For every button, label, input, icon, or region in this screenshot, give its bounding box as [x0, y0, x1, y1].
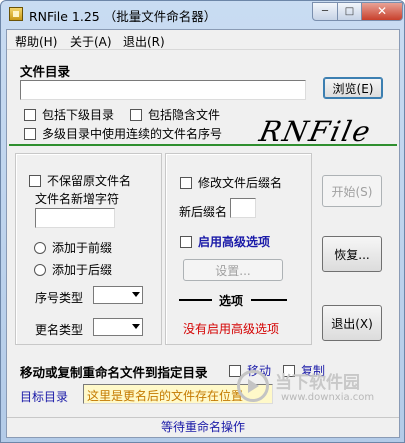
- chevron-down-icon: [132, 292, 140, 297]
- radio-circle: [34, 263, 46, 276]
- copy-label: 复制: [301, 364, 326, 378]
- continuous-seq-label: 多级目录中使用连续的文件名序号: [42, 127, 223, 141]
- add-prefix-label: 添加于前缀: [52, 241, 113, 255]
- checkbox-box: [283, 364, 295, 377]
- add-suffix-label: 添加于后缀: [52, 263, 113, 277]
- watermark-url: www.downxia.com: [281, 392, 375, 403]
- chevron-down-icon: [132, 324, 140, 329]
- checkbox-box: [29, 174, 41, 187]
- target-dir-label: 目标目录: [20, 390, 69, 404]
- client-area: 帮助(H) 关于(A) 退出(R) 文件目录 浏览(E) 包括下级目录 包括隐含…: [6, 29, 400, 438]
- enable-advanced-checkbox[interactable]: 启用高级选项: [180, 233, 270, 250]
- move-copy-heading: 移动或复制重命名文件到指定目录: [20, 365, 208, 380]
- checkbox-box: [180, 176, 192, 189]
- modify-ext-checkbox[interactable]: 修改文件后缀名: [180, 174, 282, 191]
- window-title: RNFile 1.25 （批量文件命名器）: [29, 9, 217, 24]
- checkbox-box: [180, 235, 192, 248]
- status-bar: 等待重命名操作: [7, 417, 399, 437]
- new-ext-input[interactable]: [230, 198, 256, 218]
- radio-circle: [34, 241, 46, 254]
- enable-advanced-label: 启用高级选项: [198, 235, 271, 249]
- rename-type-select[interactable]: [93, 318, 143, 336]
- target-dir-input[interactable]: 这里是更名后的文件存在位置: [83, 384, 273, 404]
- seq-type-select[interactable]: [93, 286, 143, 304]
- add-suffix-radio[interactable]: 添加于后缀: [34, 261, 112, 278]
- options-rule-left: [179, 299, 212, 301]
- app-window: RNFile 1.25 （批量文件命名器） ─ □ ✕ 帮助(H) 关于(A) …: [0, 0, 405, 443]
- modify-ext-label: 修改文件后缀名: [198, 176, 283, 190]
- include-subdirs-label: 包括下级目录: [42, 108, 115, 122]
- include-hidden-label: 包括隐含文件: [148, 108, 221, 122]
- move-label: 移动: [247, 364, 272, 378]
- checkbox-box: [24, 108, 36, 121]
- checkbox-box: [24, 127, 36, 140]
- settings-button[interactable]: 设置...: [183, 259, 283, 281]
- rename-type-label: 更名类型: [35, 323, 84, 337]
- start-button[interactable]: 开始(S): [322, 175, 382, 207]
- menu-bar: 帮助(H) 关于(A) 退出(R): [7, 30, 399, 50]
- no-keep-original-checkbox[interactable]: 不保留原文件名: [29, 172, 131, 189]
- green-separator: [9, 144, 397, 146]
- app-icon: [9, 7, 23, 21]
- new-chars-input[interactable]: [35, 208, 115, 228]
- browse-button[interactable]: 浏览(E): [323, 77, 383, 99]
- add-prefix-radio[interactable]: 添加于前缀: [34, 239, 112, 256]
- new-chars-label: 文件名新增字符: [35, 192, 120, 206]
- close-button[interactable]: ✕: [361, 2, 403, 21]
- no-keep-original-label: 不保留原文件名: [47, 174, 132, 188]
- minimize-button[interactable]: ─: [312, 2, 338, 21]
- continuous-seq-checkbox[interactable]: 多级目录中使用连续的文件名序号: [24, 125, 222, 142]
- include-subdirs-checkbox[interactable]: 包括下级目录: [24, 106, 114, 123]
- options-rule-right: [251, 299, 287, 301]
- checkbox-box: [229, 364, 241, 377]
- exit-button[interactable]: 退出(X): [322, 305, 382, 341]
- restore-button[interactable]: 恢复...: [322, 236, 382, 272]
- maximize-button[interactable]: □: [337, 2, 362, 21]
- menu-about[interactable]: 关于(A): [70, 33, 112, 50]
- menu-exit[interactable]: 退出(R): [123, 33, 165, 50]
- checkbox-box: [130, 108, 142, 121]
- copy-checkbox[interactable]: 复制: [283, 362, 325, 379]
- seq-type-label: 序号类型: [35, 291, 84, 305]
- file-dir-heading: 文件目录: [20, 64, 71, 79]
- include-hidden-checkbox[interactable]: 包括隐含文件: [130, 106, 220, 123]
- menu-help[interactable]: 帮助(H): [15, 33, 57, 50]
- new-ext-label: 新后缀名: [179, 205, 228, 219]
- file-dir-input[interactable]: [20, 80, 306, 100]
- advanced-status-text: 没有启用高级选项: [183, 322, 280, 336]
- move-checkbox[interactable]: 移动: [229, 362, 271, 379]
- title-bar[interactable]: RNFile 1.25 （批量文件命名器） ─ □ ✕: [1, 1, 404, 29]
- options-heading: 选项: [219, 294, 244, 308]
